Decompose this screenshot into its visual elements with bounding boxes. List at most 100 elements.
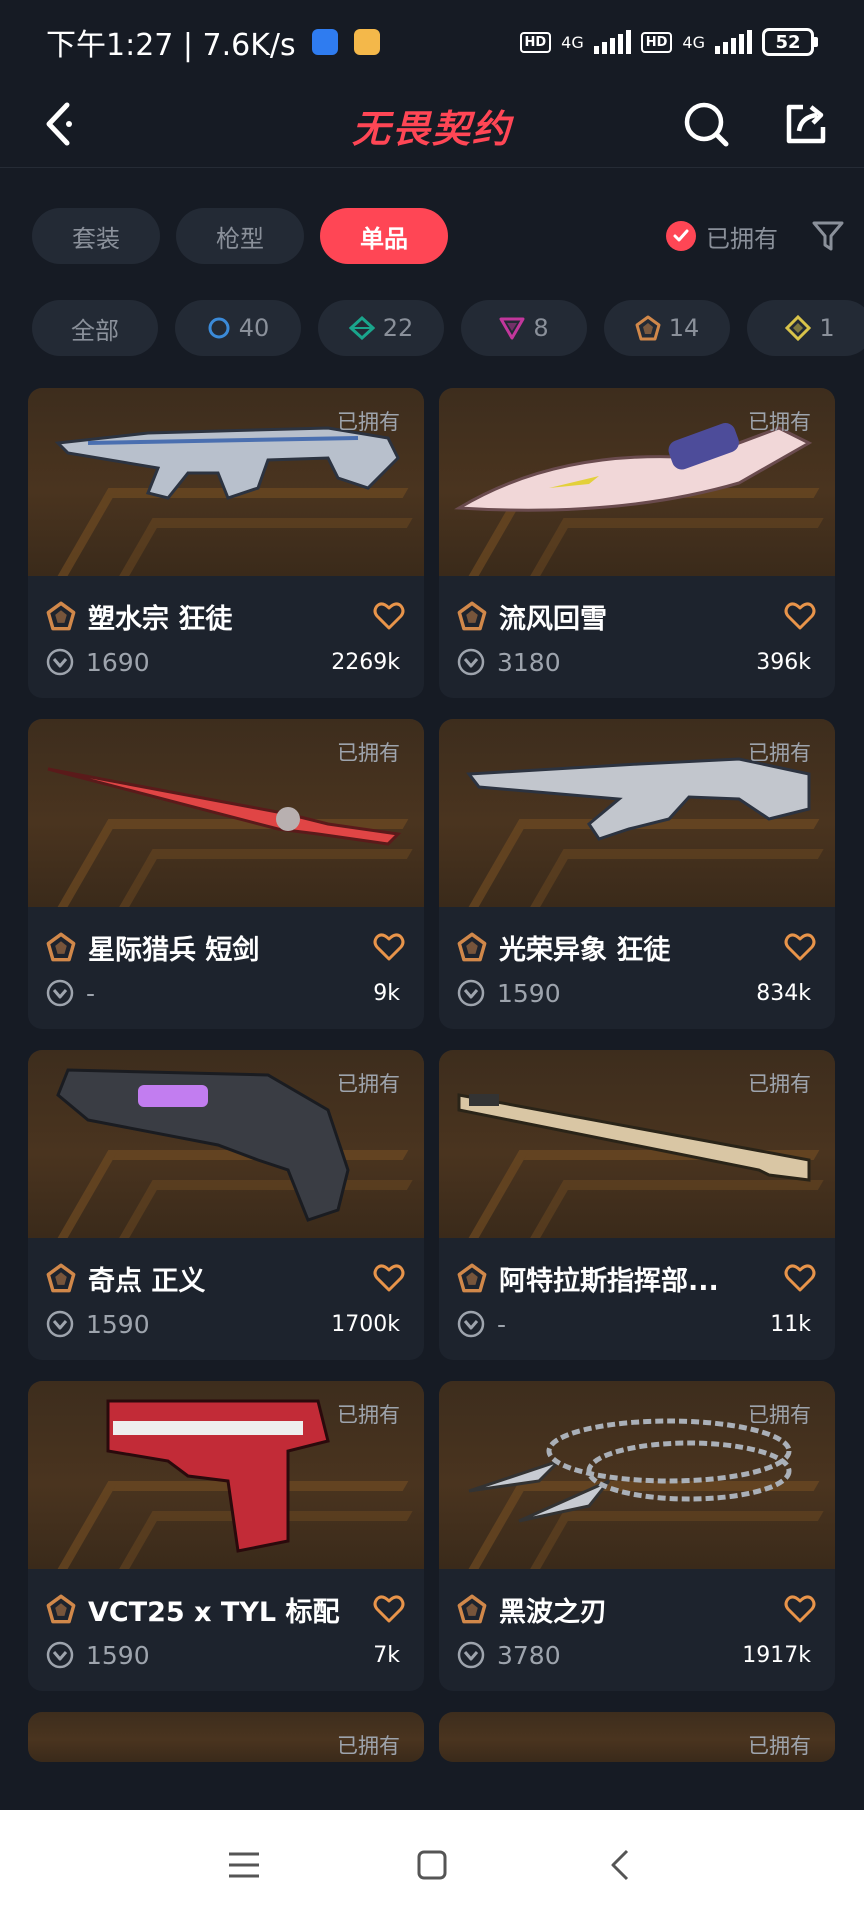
owned-tag: 已拥有 xyxy=(748,1734,811,1758)
search-button[interactable] xyxy=(676,94,736,154)
share-icon xyxy=(786,104,826,144)
back-button[interactable] xyxy=(30,96,86,152)
rarity-chip-deluxe[interactable]: 22 xyxy=(318,300,444,356)
vp-currency-icon xyxy=(457,979,485,1007)
owned-filter-toggle[interactable]: 已拥有 xyxy=(666,219,778,254)
like-count: 9k xyxy=(373,980,400,1006)
skin-name: 黑波之刃 xyxy=(499,1596,607,1628)
skin-name: 塑水宗 狂徒 xyxy=(88,603,233,635)
owned-tag: 已拥有 xyxy=(337,1072,400,1096)
exclusive-tier-icon xyxy=(46,1594,76,1624)
rarity-chip-count: 40 xyxy=(238,314,270,342)
heart-icon[interactable] xyxy=(372,1261,406,1295)
hd-badge: HD xyxy=(519,31,552,53)
rarity-chip-label: 全部 xyxy=(71,316,119,345)
skin-price: 1690 xyxy=(86,647,150,677)
menu-icon xyxy=(229,1852,259,1878)
skin-card[interactable]: 已拥有 流风回雪 3180 396k xyxy=(439,388,835,698)
chevron-left-icon xyxy=(611,1849,629,1881)
owned-tag: 已拥有 xyxy=(748,1072,811,1096)
skin-card[interactable]: 已拥有 VCT25 x TYL 标配 1590 7k xyxy=(28,1381,424,1691)
status-bar: 下午1:27 | 7.6K/s HD 4G HD 4G 52 xyxy=(0,0,864,84)
heart-icon[interactable] xyxy=(783,1261,817,1295)
vp-currency-icon xyxy=(46,979,74,1007)
skin-card[interactable]: 已拥有 奇点 正义 1590 1700k xyxy=(28,1050,424,1360)
skin-name: 阿特拉斯指挥部... xyxy=(499,1265,719,1297)
rarity-chip-all[interactable]: 全部 xyxy=(32,300,158,356)
deluxe-tier-icon xyxy=(348,316,375,340)
filter-icon xyxy=(812,221,844,251)
skin-price: 1590 xyxy=(497,978,561,1008)
checkmark-icon xyxy=(666,221,696,251)
skin-price: - xyxy=(497,1309,507,1339)
skin-artwork: 已拥有 xyxy=(28,1050,424,1238)
vp-currency-icon xyxy=(457,648,485,676)
rarity-chip-count: 14 xyxy=(668,314,700,342)
skin-card[interactable]: 已拥有 黑波之刃 3780 1917k xyxy=(439,1381,835,1691)
owned-tag: 已拥有 xyxy=(748,410,811,434)
skin-card[interactable]: 已拥有 塑水宗 狂徒 1690 2269k xyxy=(28,388,424,698)
app-header: 无畏契约 xyxy=(0,84,864,168)
owned-tag: 已拥有 xyxy=(337,410,400,434)
skin-artwork: 已拥有 xyxy=(28,1381,424,1569)
signal-icon-2 xyxy=(715,30,752,54)
premium-tier-icon xyxy=(499,317,525,340)
page-title: 无畏契约 xyxy=(351,107,512,151)
select-tier-icon xyxy=(208,317,230,339)
rarity-chip-select[interactable]: 40 xyxy=(175,300,301,356)
network-label: 4G xyxy=(561,32,584,52)
rarity-chip-exclusive[interactable]: 14 xyxy=(604,300,730,356)
rarity-chip-count: 8 xyxy=(533,314,549,342)
skin-card[interactable]: 已拥有 xyxy=(28,1712,424,1762)
ultra-tier-icon xyxy=(785,315,812,341)
skin-name: VCT25 x TYL 标配 xyxy=(88,1596,340,1628)
like-count: 7k xyxy=(373,1642,400,1668)
like-count: 2269k xyxy=(331,649,400,675)
owned-filter-label: 已拥有 xyxy=(706,224,778,253)
skin-name: 星际猎兵 短剑 xyxy=(88,934,260,966)
vp-currency-icon xyxy=(457,1641,485,1669)
share-button[interactable] xyxy=(776,94,836,154)
skin-price: 3780 xyxy=(497,1640,561,1670)
skin-card[interactable]: 已拥有 光荣异象 狂徒 1590 834k xyxy=(439,719,835,1029)
rarity-chip-ultra[interactable]: 1 xyxy=(747,300,864,356)
skin-price: 3180 xyxy=(497,647,561,677)
skin-artwork: 已拥有 xyxy=(439,1712,835,1762)
skin-price: - xyxy=(86,978,96,1008)
heart-icon[interactable] xyxy=(783,1592,817,1626)
heart-icon[interactable] xyxy=(783,930,817,964)
tab-sets[interactable]: 套装 xyxy=(32,208,160,264)
vp-currency-icon xyxy=(46,1641,74,1669)
chevron-left-icon xyxy=(46,102,72,146)
rarity-chip-count: 22 xyxy=(382,314,414,342)
exclusive-tier-icon xyxy=(457,601,487,631)
skin-grid: 已拥有 塑水宗 狂徒 1690 2269k 已拥有 流风回雪 3180 396k… xyxy=(28,388,836,1762)
rarity-chip-premium[interactable]: 8 xyxy=(461,300,587,356)
app-notification-icon xyxy=(311,29,338,55)
home-square-icon xyxy=(417,1850,447,1880)
like-count: 1917k xyxy=(742,1642,811,1668)
status-time-speed: 下午1:27 | 7.6K/s xyxy=(46,28,296,63)
skin-artwork: 已拥有 xyxy=(439,1050,835,1238)
battery-level: 52 xyxy=(762,28,814,56)
skin-card[interactable]: 已拥有 阿特拉斯指挥部... - 11k xyxy=(439,1050,835,1360)
skin-artwork: 已拥有 xyxy=(28,719,424,907)
rarity-filter-row: 全部 40 22 8 14 1 xyxy=(32,300,864,356)
tab-items[interactable]: 单品 xyxy=(320,208,448,264)
home-button[interactable] xyxy=(402,1835,462,1895)
heart-icon[interactable] xyxy=(372,599,406,633)
system-back-button[interactable] xyxy=(590,1835,650,1895)
skin-card[interactable]: 已拥有 xyxy=(439,1712,835,1762)
tab-weapon-types[interactable]: 枪型 xyxy=(176,208,304,264)
heart-icon[interactable] xyxy=(372,1592,406,1626)
menu-button[interactable] xyxy=(214,1835,274,1895)
exclusive-tier-icon xyxy=(635,315,661,341)
filter-button[interactable] xyxy=(808,216,848,256)
heart-icon[interactable] xyxy=(783,599,817,633)
heart-icon[interactable] xyxy=(372,930,406,964)
exclusive-tier-icon xyxy=(457,1594,487,1624)
like-count: 11k xyxy=(770,1311,811,1337)
battery-icon: 52 xyxy=(762,28,818,56)
owned-tag: 已拥有 xyxy=(337,1403,400,1427)
skin-card[interactable]: 已拥有 星际猎兵 短剑 - 9k xyxy=(28,719,424,1029)
